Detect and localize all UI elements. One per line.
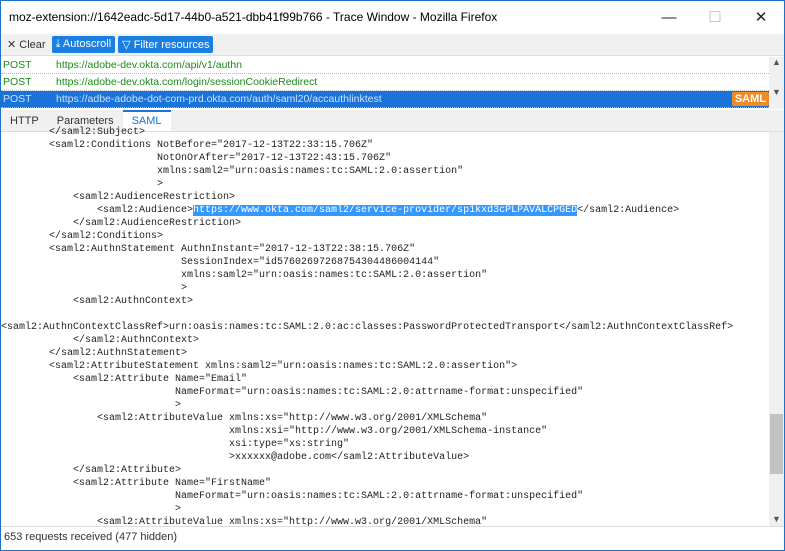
autoscroll-button[interactable]: ⤓ Autoscroll [51,36,116,53]
code-text: <saml2:Audience> [1,205,194,216]
code-line: </saml2:Subject> [1,126,769,139]
code-line: <saml2:AuthnStatement AuthnInstant="2017… [1,243,769,256]
request-method: POST [3,59,32,71]
toolbar: ✕ Clear ⤓ Autoscroll ▽ Filter resources [1,34,784,56]
code-line: NotOnOrAfter="2017-12-13T22:43:15.706Z" [1,152,769,165]
code-line: </saml2:Conditions> [1,230,769,243]
code-line: SessionIndex="id576026972687543044860041… [1,256,769,269]
scroll-up-icon[interactable]: ▲ [769,57,784,67]
code-text: <saml2:AttributeValue xmlns:xs="http://w… [1,517,488,526]
code-text: <saml2:AuthnStatement AuthnInstant="2017… [1,244,416,255]
code-text: xsi:type="xs:string" [1,439,350,450]
window-title: moz-extension://1642eadc-5d17-44b0-a521-… [9,10,498,24]
code-text: NotOnOrAfter="2017-12-13T22:43:15.706Z" [1,153,392,164]
code-text: xmlns:xsi="http://www.w3.org/2001/XMLSch… [1,426,548,437]
code-scrollbar[interactable]: ▼ [769,132,784,526]
code-line: > [1,399,769,412]
code-line: > [1,178,769,191]
code-line: <saml2:Attribute Name="FirstName" [1,477,769,490]
code-text: </saml2:Conditions> [1,231,164,242]
code-text: </saml2:Audience> [577,205,680,216]
clear-button[interactable]: ✕ Clear [4,38,49,51]
code-text: <saml2:AttributeStatement xmlns:saml2="u… [1,361,518,372]
code-text: <saml2:AuthnContextClassRef>urn:oasis:na… [1,322,734,333]
minimize-button[interactable]: — [646,1,692,33]
code-text: </saml2:AuthnContext> [1,335,200,346]
saml-badge: SAML [731,92,769,106]
request-url: https://adbe-adobe-dot-com-prd.okta.com/… [56,93,382,105]
maximize-button[interactable]: ☐ [692,1,738,33]
code-text: >xxxxxx@adobe.com</saml2:AttributeValue> [1,452,470,463]
status-bar: 653 requests received (477 hidden) [1,526,784,550]
request-row[interactable]: POST https://adobe-dev.okta.com/api/v1/a… [1,57,769,74]
code-text: NameFormat="urn:oasis:names:tc:SAML:2.0:… [1,491,584,502]
code-line: xmlns:xsi="http://www.w3.org/2001/XMLSch… [1,425,769,438]
request-url: https://adobe-dev.okta.com/login/session… [56,76,318,88]
code-line: </saml2:AudienceRestriction> [1,217,769,230]
request-method: POST [3,93,32,105]
request-row[interactable]: POST https://adobe-dev.okta.com/login/se… [1,74,769,91]
code-line: </saml2:Attribute> [1,464,769,477]
code-text: <saml2:Conditions NotBefore="2017-12-13T… [1,140,374,151]
close-button[interactable]: ✕ [738,1,784,33]
request-url: https://adobe-dev.okta.com/api/v1/authn [56,59,243,71]
code-text: </saml2:AudienceRestriction> [1,218,242,229]
code-text: SessionIndex="id576026972687543044860041… [1,257,440,268]
code-text: NameFormat="urn:oasis:names:tc:SAML:2.0:… [1,387,584,398]
code-line: xmlns:saml2="urn:oasis:names:tc:SAML:2.0… [1,165,769,178]
code-text: </saml2:Attribute> [1,465,182,476]
selected-audience-url[interactable]: https://www.okta.com/saml2/service-provi… [193,205,578,216]
code-text: <saml2:AttributeValue xmlns:xs="http://w… [1,413,488,424]
code-line: xsi:type="xs:string" [1,438,769,451]
code-line: </saml2:AuthnContext> [1,334,769,347]
code-text: <saml2:AuthnContext> [1,296,194,307]
code-line: <saml2:AuthnContextClassRef>urn:oasis:na… [1,321,769,334]
code-text: <saml2:Attribute Name="Email" [1,374,248,385]
request-row-selected[interactable]: POST https://adbe-adobe-dot-com-prd.okta… [1,91,769,108]
code-line: > [1,503,769,516]
code-line: NameFormat="urn:oasis:names:tc:SAML:2.0:… [1,490,769,503]
code-text: > [1,283,188,294]
request-row-partial[interactable] [1,108,769,109]
code-text: </saml2:AuthnStatement> [1,348,188,359]
saml-xml-view: </saml2:Subject> <saml2:Conditions NotBe… [1,126,769,526]
code-text: xmlns:saml2="urn:oasis:names:tc:SAML:2.0… [1,270,488,281]
code-text: xmlns:saml2="urn:oasis:names:tc:SAML:2.0… [1,166,464,177]
code-text: > [1,400,182,411]
scrollbar-thumb[interactable] [770,414,783,474]
code-line: <saml2:Conditions NotBefore="2017-12-13T… [1,139,769,152]
code-line: <saml2:Audience>https://www.okta.com/sam… [1,204,769,217]
title-bar: moz-extension://1642eadc-5d17-44b0-a521-… [1,1,784,33]
code-line: <saml2:AuthnContext> [1,295,769,308]
code-line: NameFormat="urn:oasis:names:tc:SAML:2.0:… [1,386,769,399]
scroll-down-icon[interactable]: ▼ [769,514,784,524]
code-line: > [1,282,769,295]
code-line: <saml2:AttributeStatement xmlns:saml2="u… [1,360,769,373]
request-method: POST [3,76,32,88]
code-line: <saml2:AttributeValue xmlns:xs="http://w… [1,412,769,425]
code-line: <saml2:AudienceRestriction> [1,191,769,204]
code-line: <saml2:Attribute Name="Email" [1,373,769,386]
code-text: > [1,504,182,515]
code-text: <saml2:AudienceRestriction> [1,192,236,203]
code-text: </saml2:Subject> [1,127,146,138]
code-line: </saml2:AuthnStatement> [1,347,769,360]
scroll-down-icon[interactable]: ▼ [769,87,784,97]
code-line: >xxxxxx@adobe.com</saml2:AttributeValue> [1,451,769,464]
code-text: > [1,179,164,190]
filter-resources-button[interactable]: ▽ Filter resources [118,36,214,53]
code-text: <saml2:Attribute Name="FirstName" [1,478,272,489]
request-list: POST https://adobe-dev.okta.com/api/v1/a… [1,57,769,109]
code-line: xmlns:saml2="urn:oasis:names:tc:SAML:2.0… [1,269,769,282]
code-line: <saml2:AttributeValue xmlns:xs="http://w… [1,516,769,526]
request-list-scrollbar[interactable]: ▲ ▼ [769,57,784,109]
